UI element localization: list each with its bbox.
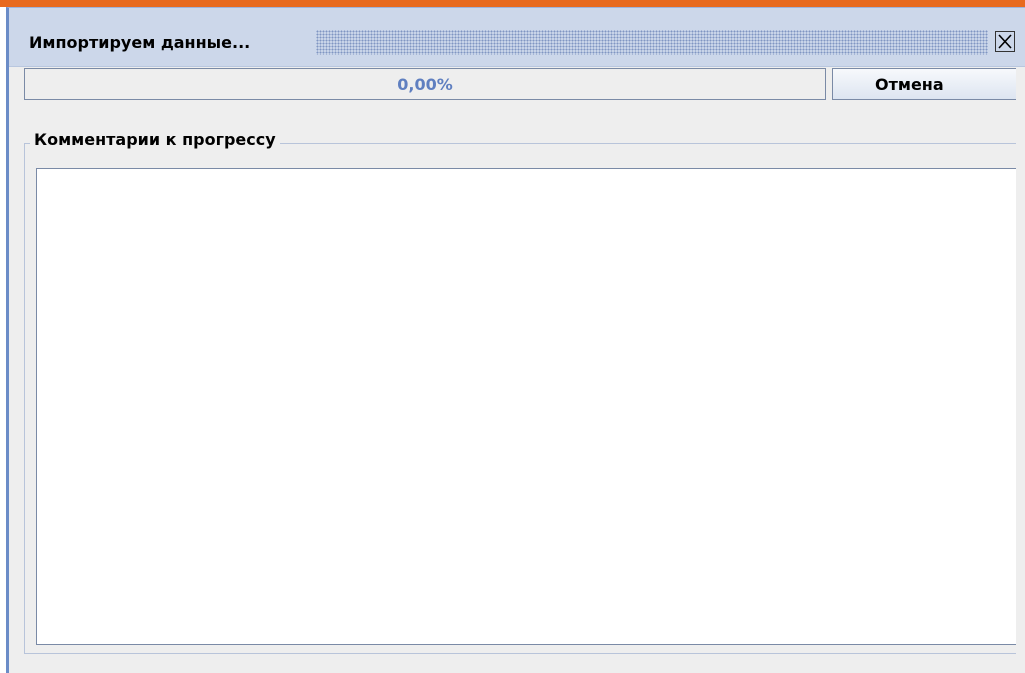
progress-percent-label: 0,00% bbox=[397, 75, 453, 94]
title-bar[interactable]: Импортируем данные... bbox=[9, 8, 1025, 67]
comments-group-title: Комментарии к прогрессу bbox=[30, 130, 280, 149]
title-grip bbox=[316, 30, 988, 55]
progress-bar: 0,00% bbox=[24, 68, 826, 100]
close-icon bbox=[998, 34, 1012, 49]
close-button[interactable] bbox=[995, 31, 1015, 52]
cancel-button[interactable]: Отмена bbox=[832, 68, 1016, 100]
accent-strip bbox=[0, 0, 1025, 7]
comments-textarea[interactable] bbox=[36, 168, 1016, 645]
window-title: Импортируем данные... bbox=[29, 33, 251, 52]
